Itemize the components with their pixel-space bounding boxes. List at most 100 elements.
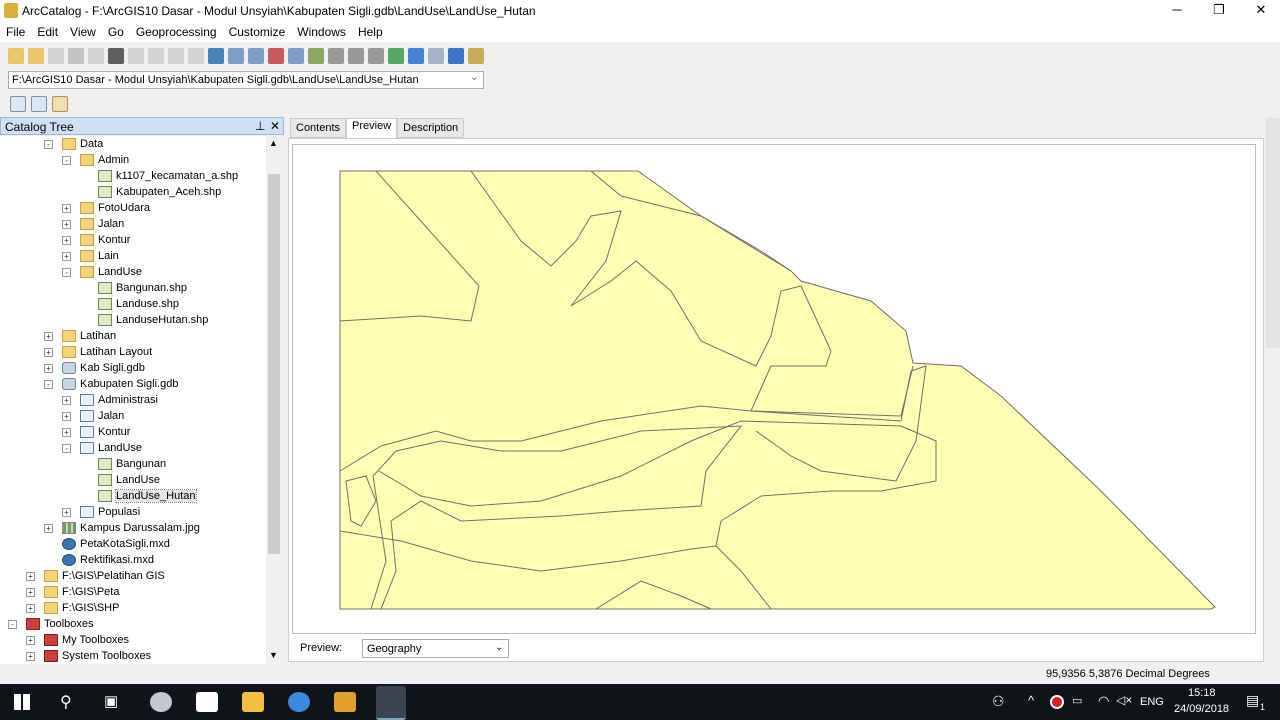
tree-item[interactable]: - LandUse [62,440,142,456]
tree-item[interactable]: - Data [44,136,103,152]
menu-geoprocessing[interactable]: Geoprocessing [130,22,223,39]
arccatalog-taskbar-icon[interactable] [376,686,406,720]
tree-item[interactable]: - LandUse [62,264,142,280]
expand-icon[interactable]: + [62,235,71,245]
scroll-down-icon[interactable]: ▼ [269,650,278,660]
tree-item[interactable]: LanduseHutan.shp [80,312,208,328]
tree-item[interactable]: PetaKotaSigli.mxd [44,536,170,552]
expand-icon[interactable]: + [26,571,35,581]
close-button[interactable]: ✕ [1238,0,1280,22]
expand-icon[interactable]: + [44,523,53,533]
notifications-icon[interactable]: ▤ [1246,692,1259,709]
tree-item[interactable]: - Toolboxes [8,616,94,632]
expand-icon[interactable]: + [62,507,71,517]
location-input[interactable]: F:\ArcGIS10 Dasar - Modul Unsyiah\Kabupa… [8,71,484,89]
tree-item[interactable]: - Kabupaten Sigli.gdb [44,376,178,392]
battery-icon[interactable]: ▭ [1072,694,1082,707]
close-panel-icon[interactable]: ✕ [270,119,280,133]
up-one-level-icon[interactable] [8,48,24,64]
expand-icon[interactable]: + [62,427,71,437]
app-icon-4[interactable] [288,692,310,712]
tree-item[interactable]: - Admin [62,152,129,168]
import-metadata-icon[interactable] [31,96,47,112]
tree-item[interactable]: k1107_kecamatan_a.shp [80,168,238,184]
tree-item[interactable]: + Lain [62,248,119,264]
tab-contents[interactable]: Contents [290,118,347,138]
app-icon-2[interactable] [196,692,218,712]
tree-item[interactable]: + Jalan [62,216,124,232]
tree-item[interactable]: LandUse [80,472,160,488]
tree-item[interactable]: + Latihan Layout [44,344,152,360]
tree-item[interactable]: + F:\GIS\Pelatihan GIS [26,568,165,584]
forward-icon[interactable] [428,48,444,64]
file-explorer-icon[interactable] [242,692,264,712]
scrollbar-thumb[interactable] [268,174,280,554]
tree-item[interactable]: + F:\GIS\SHP [26,600,119,616]
expand-icon[interactable]: + [26,651,35,661]
full-extent-icon[interactable] [388,48,404,64]
expand-icon[interactable]: + [44,331,53,341]
geography-preview[interactable] [292,144,1256,634]
connect-folder-icon[interactable] [28,48,44,64]
tree-item[interactable]: + Latihan [44,328,116,344]
expand-icon[interactable]: + [26,587,35,597]
paste-icon[interactable] [88,48,104,64]
create-thumbnail-icon[interactable] [468,48,484,64]
copy-icon[interactable] [68,48,84,64]
large-icons-icon[interactable] [128,48,144,64]
expand-icon[interactable]: + [62,251,71,261]
arctoolbox-icon[interactable] [268,48,284,64]
location-dropdown-icon[interactable]: ⌄ [470,72,478,83]
export-metadata-icon[interactable] [52,96,68,112]
collapse-icon[interactable]: - [44,379,53,389]
tree-item[interactable]: + Kab Sigli.gdb [44,360,145,376]
collapse-icon[interactable]: - [62,443,71,453]
search-icon[interactable] [208,48,224,64]
tab-description[interactable]: Description [397,118,465,138]
menu-view[interactable]: View [64,22,102,39]
tree-item[interactable]: Bangunan [80,456,166,472]
windows-start-icon[interactable] [14,694,30,710]
collapse-icon[interactable]: - [62,155,71,165]
tree-item[interactable]: + Populasi [62,504,140,520]
pin-icon[interactable]: ⊥ [255,119,265,133]
menu-customize[interactable]: Customize [223,22,292,39]
tree-item[interactable]: + FotoUdara [62,200,150,216]
tree-item[interactable]: Rektifikasi.mxd [44,552,154,568]
minimize-button[interactable]: ─ [1154,0,1200,22]
menu-file[interactable]: File [0,22,31,39]
tree-item[interactable]: Bangunan.shp [80,280,187,296]
clock-time[interactable]: 15:18 [1188,687,1216,699]
tree-item[interactable]: Kabupaten_Aceh.shp [80,184,221,200]
volume-muted-icon[interactable]: ◁× [1116,693,1132,707]
menu-edit[interactable]: Edit [31,22,64,39]
collapse-icon[interactable]: - [44,139,53,149]
tree-item[interactable]: + Kampus Darussalam.jpg [44,520,200,536]
details-icon[interactable] [168,48,184,64]
right-dock-tabs[interactable] [1266,118,1280,348]
app-icon-1[interactable] [150,692,172,712]
expand-icon[interactable]: + [44,363,53,373]
language-indicator[interactable]: ENG [1140,696,1164,708]
launch-arcmap-icon[interactable] [228,48,244,64]
collapse-icon[interactable]: - [62,267,71,277]
restore-button[interactable]: ❐ [1196,0,1242,22]
collapse-icon[interactable]: - [8,619,17,629]
tab-preview[interactable]: Preview [346,118,398,138]
expand-icon[interactable]: + [26,635,35,645]
task-view-icon[interactable]: ▣ [104,692,118,710]
validate-metadata-icon[interactable] [10,96,26,112]
thumbnails-icon[interactable] [188,48,204,64]
expand-icon[interactable]: + [44,347,53,357]
tree-item[interactable]: Landuse.shp [80,296,179,312]
zoom-out-icon[interactable] [348,48,364,64]
model-builder-icon[interactable] [308,48,324,64]
tree-item[interactable]: + Jalan [62,408,124,424]
tree-item[interactable]: + System Toolboxes [26,648,151,664]
python-icon[interactable] [288,48,304,64]
tree-item[interactable]: + F:\GIS\Peta [26,584,119,600]
scroll-up-icon[interactable]: ▲ [269,138,278,148]
search-icon[interactable]: ⚲ [60,692,72,712]
expand-icon[interactable]: + [62,411,71,421]
tree-item[interactable]: LandUse_Hutan [80,488,197,504]
